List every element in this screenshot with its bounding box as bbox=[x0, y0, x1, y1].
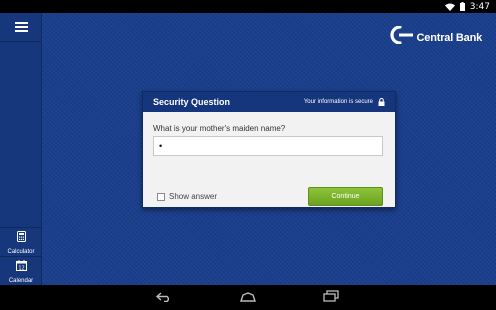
system-nav-bar bbox=[0, 285, 496, 310]
continue-button[interactable]: Continue bbox=[308, 187, 383, 206]
secure-note-text: Your information is secure bbox=[303, 99, 373, 105]
calculator-icon bbox=[16, 229, 26, 247]
sidebar-item-label: Calendar bbox=[8, 278, 34, 284]
dialog-title: Security Question bbox=[153, 97, 231, 107]
brand-name: Central Bank bbox=[416, 31, 483, 44]
show-answer-label: Show answer bbox=[169, 192, 218, 201]
sidebar-item-label: Calculator bbox=[7, 249, 35, 255]
dialog-header: Security Question Your information is se… bbox=[143, 92, 395, 112]
security-question-dialog: Security Question Your information is se… bbox=[142, 91, 396, 208]
show-answer-checkbox[interactable] bbox=[157, 192, 165, 201]
menu-button[interactable] bbox=[0, 13, 42, 42]
battery-icon bbox=[459, 2, 465, 11]
status-bar: 3:47 bbox=[0, 0, 496, 13]
sidebar: Calculator 12 Calendar bbox=[0, 13, 42, 285]
answer-value: • bbox=[159, 141, 163, 151]
status-time: 3:47 bbox=[469, 1, 490, 12]
recents-icon bbox=[322, 289, 340, 307]
lock-icon bbox=[378, 93, 385, 111]
brand-logo: Central Bank bbox=[386, 25, 483, 49]
back-icon bbox=[155, 289, 173, 307]
app-screen: Calculator 12 Calendar Central Bank Secu… bbox=[0, 13, 496, 285]
sidebar-item-calendar[interactable]: 12 Calendar bbox=[0, 256, 42, 285]
calendar-icon-text: 12 bbox=[18, 265, 24, 271]
show-answer-toggle[interactable]: Show answer bbox=[157, 192, 217, 201]
hamburger-icon bbox=[14, 22, 28, 32]
secure-note: Your information is secure bbox=[304, 93, 385, 111]
recents-button[interactable] bbox=[322, 289, 340, 307]
home-button[interactable] bbox=[239, 291, 257, 305]
calendar-icon: 12 bbox=[15, 258, 27, 276]
sidebar-item-calculator[interactable]: Calculator bbox=[0, 227, 42, 256]
answer-input[interactable]: • bbox=[153, 136, 383, 156]
home-icon bbox=[239, 289, 257, 307]
wifi-icon bbox=[444, 3, 455, 11]
back-button[interactable] bbox=[155, 291, 173, 305]
central-bank-logo-icon bbox=[386, 25, 414, 49]
question-label: What is your mother's maiden name? bbox=[153, 124, 286, 133]
